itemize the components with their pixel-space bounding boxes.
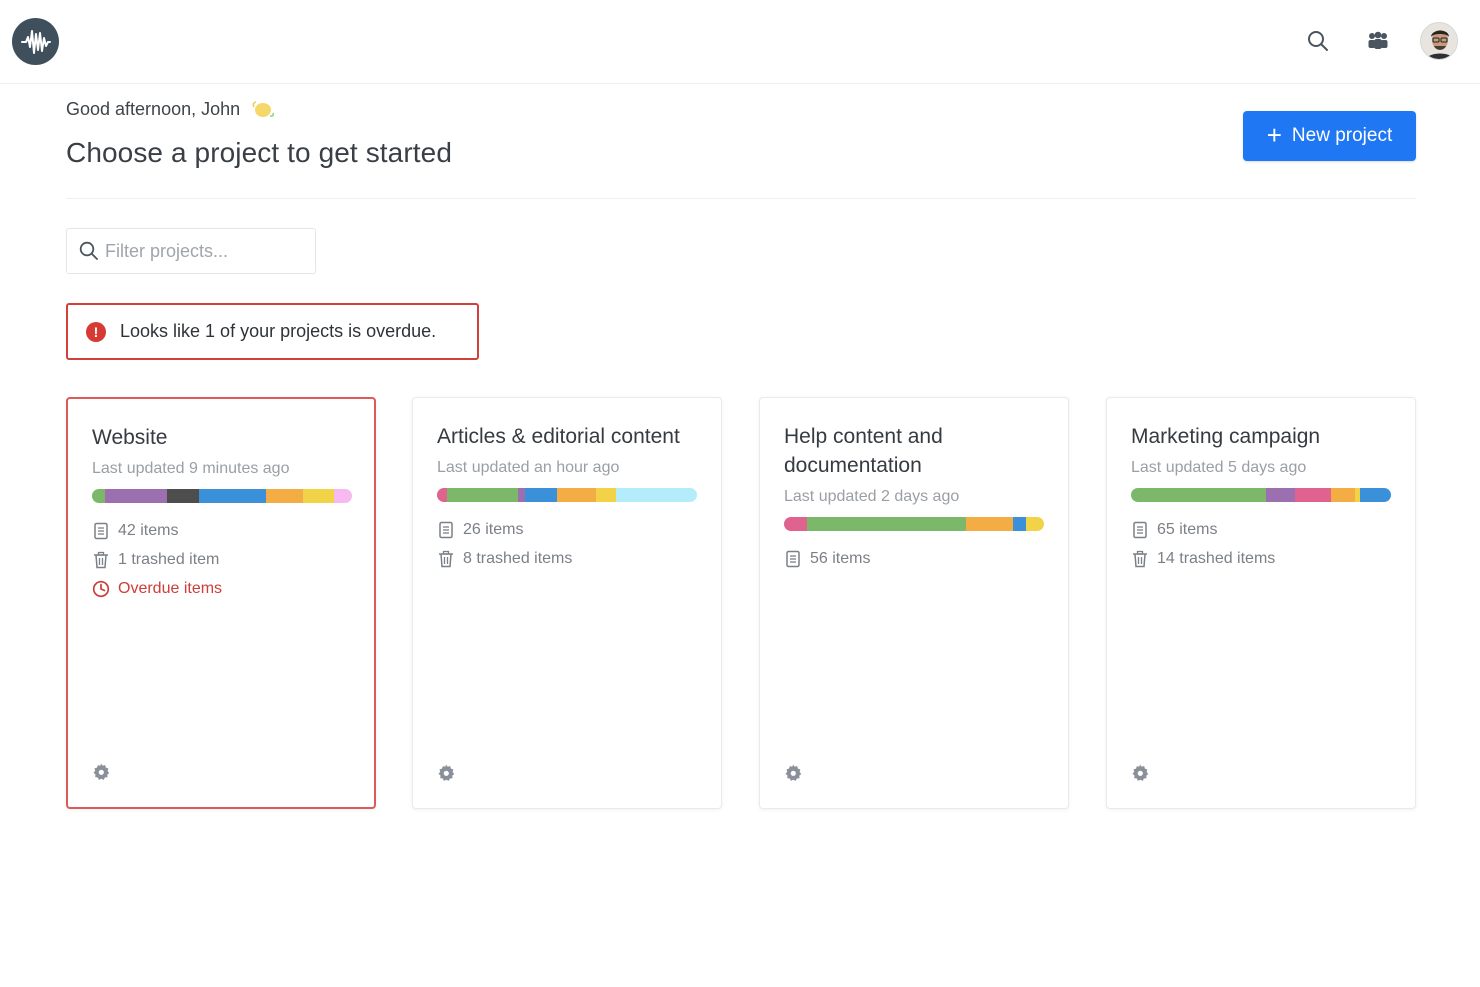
plus-icon: + xyxy=(1266,119,1282,150)
gear-icon[interactable] xyxy=(1129,762,1151,784)
project-title: Website xyxy=(92,426,168,449)
project-title: Articles & editorial content xyxy=(437,425,680,448)
project-card-marketing[interactable]: Marketing campaign Last updated 5 days a… xyxy=(1106,397,1416,809)
status-bar-segment xyxy=(105,489,168,503)
status-bar xyxy=(784,517,1044,531)
status-bar-segment xyxy=(1012,517,1026,531)
project-updated: Last updated an hour ago xyxy=(437,459,620,476)
document-icon xyxy=(1133,521,1147,538)
search-icon xyxy=(79,241,98,260)
project-updated: Last updated 2 days ago xyxy=(784,488,960,505)
status-bar-segment xyxy=(1025,517,1044,531)
project-card-articles[interactable]: Articles & editorial content Last update… xyxy=(412,397,722,809)
items-label: 42 items xyxy=(118,521,179,539)
status-bar xyxy=(92,489,352,503)
new-project-label: New project xyxy=(1291,125,1393,146)
trashed-count: 1 trashed item xyxy=(92,545,350,574)
greeting: Good afternoon, John xyxy=(66,98,276,120)
status-bar-segment xyxy=(595,488,617,502)
project-updated: Last updated 9 minutes ago xyxy=(92,460,290,477)
overdue-alert: ! Looks like 1 of your projects is overd… xyxy=(66,303,479,360)
waveform-icon xyxy=(20,29,51,54)
alert-icon: ! xyxy=(86,321,106,342)
status-bar-segment xyxy=(333,489,352,503)
waveform-logo[interactable] xyxy=(12,18,59,65)
items-label: 56 items xyxy=(810,549,871,567)
search-icon[interactable] xyxy=(1305,28,1331,54)
trash-icon xyxy=(1133,550,1147,567)
status-bar-segment xyxy=(1359,488,1391,502)
filter-projects-input[interactable] xyxy=(105,240,305,262)
status-bar-segment xyxy=(1266,488,1295,502)
new-project-button[interactable]: + New project xyxy=(1243,111,1416,161)
wave-emoji-icon xyxy=(252,101,275,117)
overdue-label: Overdue items xyxy=(118,579,223,597)
document-icon xyxy=(94,522,108,539)
top-bar xyxy=(0,0,1480,84)
status-bar-segment xyxy=(92,489,105,503)
overdue-items[interactable]: Overdue items xyxy=(92,574,350,603)
trashed-label: 1 trashed item xyxy=(118,550,220,568)
status-bar-segment xyxy=(437,488,448,502)
trash-icon xyxy=(94,551,108,568)
team-icon[interactable] xyxy=(1365,28,1391,54)
trashed-count: 8 trashed items xyxy=(437,544,697,573)
items-count: 26 items xyxy=(437,515,697,544)
items-count: 42 items xyxy=(92,516,350,545)
status-bar-segment xyxy=(302,489,334,503)
project-title: Marketing campaign xyxy=(1131,425,1321,448)
status-bar-segment xyxy=(807,517,966,531)
status-bar-segment xyxy=(167,489,199,503)
page-title: Choose a project to get started xyxy=(66,137,452,168)
document-icon xyxy=(786,550,800,567)
items-label: 26 items xyxy=(463,520,524,538)
trash-icon xyxy=(439,550,453,567)
status-bar-segment xyxy=(965,517,1013,531)
status-bar-segment xyxy=(447,488,518,502)
status-bar-segment xyxy=(556,488,596,502)
project-title: Help content and documentation xyxy=(784,425,943,477)
clock-icon xyxy=(92,580,110,597)
items-count: 56 items xyxy=(784,544,1044,573)
status-bar xyxy=(1131,488,1391,502)
status-bar-segment xyxy=(1131,488,1267,502)
status-bar-segment xyxy=(784,517,808,531)
status-bar-segment xyxy=(1331,488,1355,502)
gear-icon[interactable] xyxy=(435,762,457,784)
status-bar-segment xyxy=(525,488,557,502)
project-card-help-content[interactable]: Help content and documentation Last upda… xyxy=(759,397,1069,809)
status-bar-segment xyxy=(198,489,267,503)
filter-box xyxy=(66,228,316,274)
gear-icon[interactable] xyxy=(782,762,804,784)
greeting-text: Good afternoon, John xyxy=(66,98,241,119)
header-divider xyxy=(66,198,1416,199)
project-card-website[interactable]: Website Last updated 9 minutes ago 42 it… xyxy=(66,397,376,809)
alert-text: Looks like 1 of your projects is overdue… xyxy=(120,321,437,341)
status-bar-segment xyxy=(616,488,697,502)
items-label: 65 items xyxy=(1157,520,1218,538)
trashed-count: 14 trashed items xyxy=(1131,544,1391,573)
document-icon xyxy=(439,521,453,538)
items-count: 65 items xyxy=(1131,515,1391,544)
status-bar-segment xyxy=(517,488,526,502)
status-bar-segment xyxy=(1294,488,1332,502)
project-updated: Last updated 5 days ago xyxy=(1131,459,1307,476)
gear-icon[interactable] xyxy=(90,761,112,783)
status-bar xyxy=(437,488,697,502)
trashed-label: 14 trashed items xyxy=(1157,549,1276,567)
avatar[interactable] xyxy=(1420,22,1458,60)
trashed-label: 8 trashed items xyxy=(463,549,573,567)
status-bar-segment xyxy=(266,489,303,503)
